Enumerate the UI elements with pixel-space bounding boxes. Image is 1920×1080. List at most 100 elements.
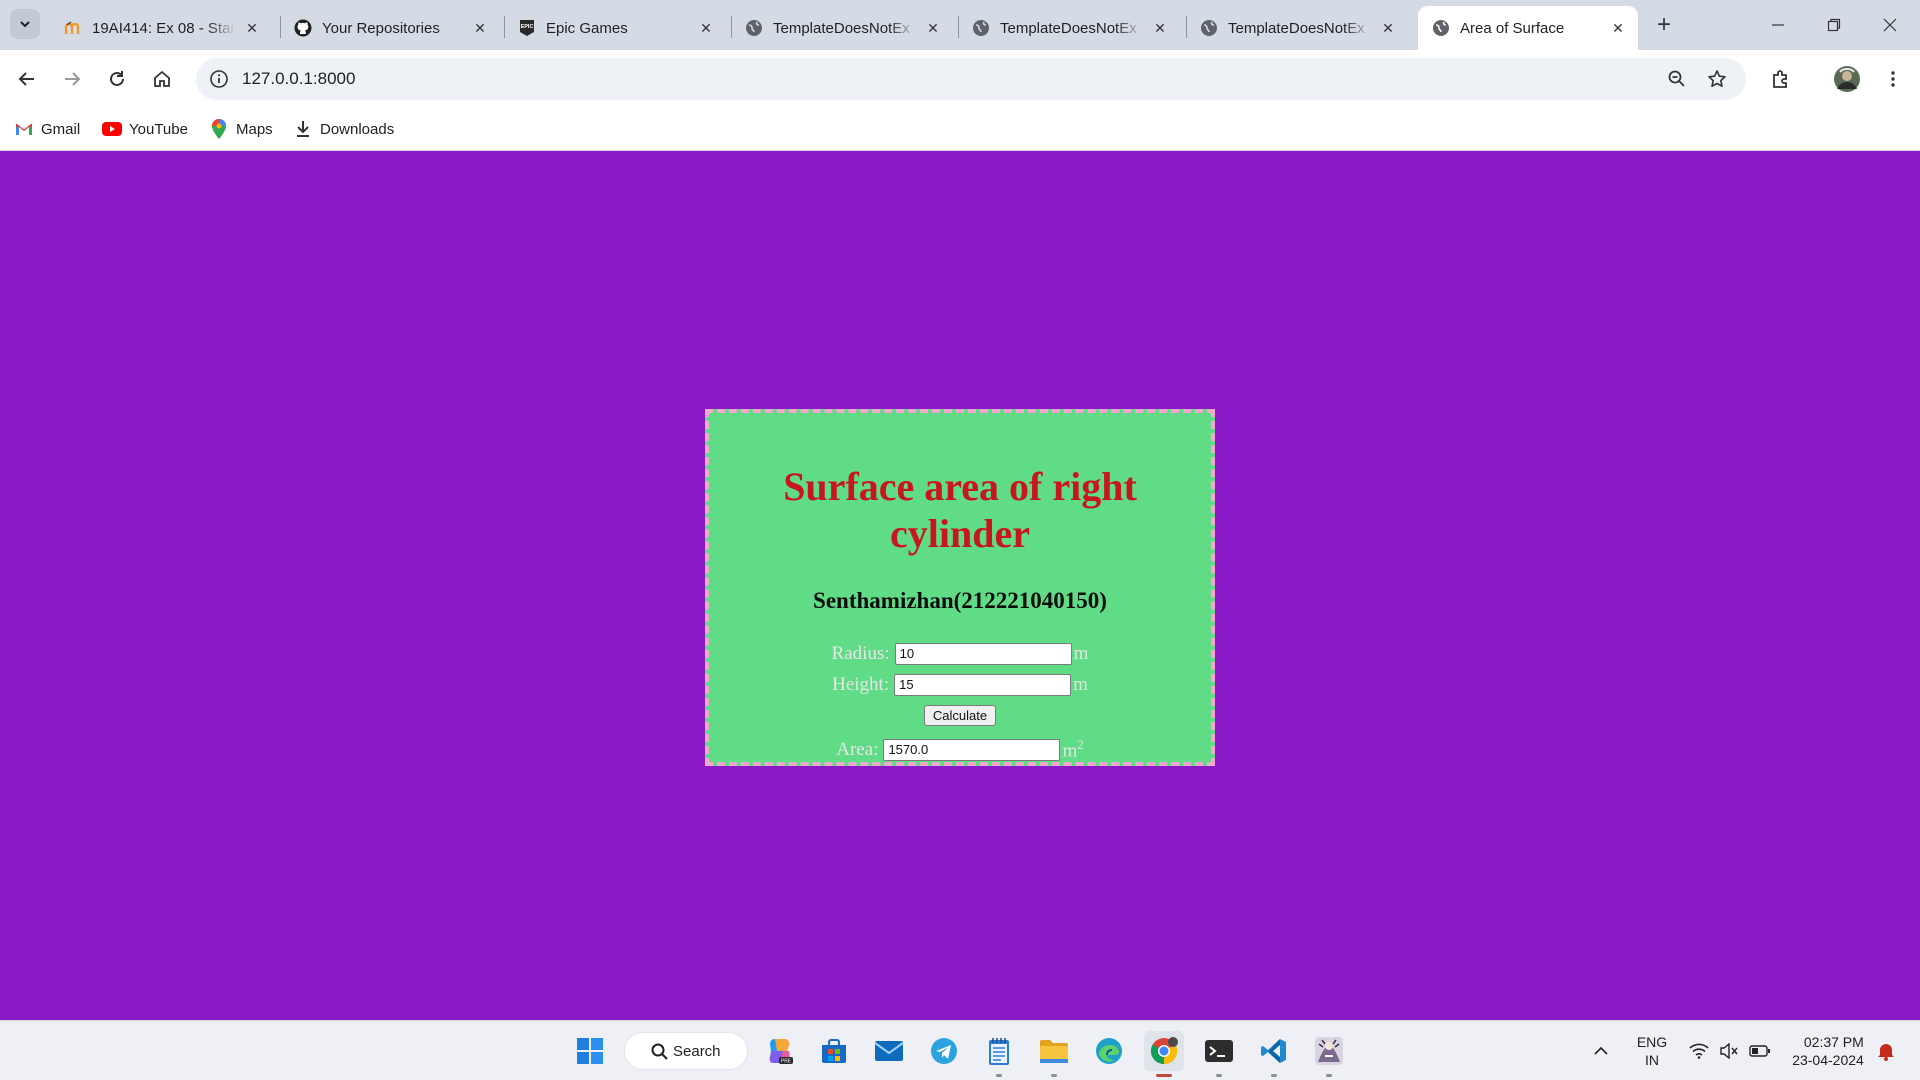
mail-icon [874, 1041, 904, 1061]
game-icon [1315, 1037, 1343, 1065]
globe-icon [972, 19, 990, 37]
wifi-icon [1689, 1043, 1709, 1059]
restore-icon [1827, 18, 1841, 32]
radius-unit: m [1073, 642, 1089, 664]
tab-template-error-1[interactable]: TemplateDoesNotEx ✕ [731, 6, 953, 50]
tab-search-button[interactable] [10, 9, 40, 39]
area-label: Area: [836, 738, 879, 760]
taskbar-mail[interactable] [869, 1031, 909, 1071]
close-icon[interactable]: ✕ [1150, 18, 1170, 38]
tab-area-of-surface[interactable]: Area of Surface ✕ [1418, 6, 1638, 50]
address-bar[interactable]: 127.0.0.1:8000 [196, 58, 1746, 100]
notepad-icon [989, 1038, 1009, 1065]
radius-row: Radius: m [709, 638, 1211, 669]
area-unit-exponent: 2 [1077, 736, 1084, 752]
minimize-button[interactable] [1750, 0, 1806, 50]
bookmark-gmail[interactable]: Gmail [14, 116, 80, 142]
chevron-down-icon [20, 21, 30, 28]
youtube-icon [102, 119, 122, 139]
back-button[interactable] [10, 62, 44, 96]
close-icon[interactable]: ✕ [923, 18, 943, 38]
tab-template-error-3[interactable]: TemplateDoesNotEx ✕ [1186, 6, 1408, 50]
restore-button[interactable] [1806, 0, 1862, 50]
avatar-icon [1834, 66, 1860, 92]
browser-toolbar: 127.0.0.1:8000 [0, 50, 1920, 108]
extensions-button[interactable] [1764, 62, 1798, 96]
bookmarks-bar: Gmail YouTube Maps Downloads [0, 108, 1920, 151]
puzzle-icon [1773, 70, 1787, 88]
show-hidden-icons[interactable] [1588, 1021, 1614, 1080]
running-indicator [1326, 1074, 1332, 1077]
taskbar-notepad[interactable] [979, 1031, 1019, 1077]
taskbar-chrome[interactable] [1144, 1031, 1184, 1077]
home-button[interactable] [145, 62, 179, 96]
calculator-card: Surface area of right cylinder Senthamiz… [705, 409, 1215, 766]
radius-input[interactable] [894, 642, 1072, 665]
svg-text:EPIC: EPIC [521, 24, 534, 30]
close-icon[interactable]: ✕ [1378, 18, 1398, 38]
area-output[interactable] [883, 738, 1061, 761]
new-tab-button[interactable]: + [1650, 11, 1678, 39]
chrome-icon [1150, 1037, 1178, 1065]
site-info-icon[interactable] [204, 64, 234, 94]
menu-button[interactable] [1876, 62, 1910, 96]
volume-muted-icon [1720, 1043, 1738, 1059]
taskbar-vscode[interactable] [1254, 1031, 1294, 1077]
close-icon[interactable]: ✕ [470, 18, 490, 38]
taskbar-telegram[interactable] [924, 1031, 964, 1071]
bookmark-maps[interactable]: Maps [209, 116, 273, 142]
tab-title: TemplateDoesNotEx [1000, 19, 1137, 37]
calculate-row: Calculate [709, 700, 1211, 731]
windows-taskbar: Search PRE ENG IN 02:37 PM 23-04-2024 [0, 1020, 1920, 1080]
file-explorer-icon [1040, 1040, 1068, 1063]
reload-button[interactable] [100, 62, 134, 96]
tab-moodle[interactable]: 19AI414: Ex 08 - Stan ✕ [50, 6, 272, 50]
height-row: Height: m [709, 669, 1211, 700]
moodle-icon [64, 19, 82, 37]
quick-settings[interactable] [1684, 1021, 1776, 1080]
start-button[interactable] [570, 1031, 610, 1071]
taskbar-search[interactable]: Search [624, 1032, 748, 1070]
taskbar-game[interactable] [1309, 1031, 1349, 1077]
language-indicator[interactable]: ENG IN [1624, 1021, 1680, 1080]
page-content: Surface area of right cylinder Senthamiz… [0, 151, 1920, 1020]
taskbar-terminal[interactable] [1199, 1031, 1239, 1077]
active-indicator [1156, 1074, 1172, 1077]
window-close-button[interactable] [1862, 0, 1918, 50]
close-icon[interactable]: ✕ [242, 18, 262, 38]
profile-avatar[interactable] [1830, 62, 1864, 96]
bookmark-downloads[interactable]: Downloads [293, 116, 394, 142]
terminal-icon [1205, 1040, 1233, 1062]
tab-title: 19AI414: Ex 08 - Stan [92, 19, 236, 37]
radius-label: Radius: [831, 642, 890, 664]
minimize-icon [1772, 24, 1784, 26]
calculate-button[interactable]: Calculate [923, 705, 997, 726]
height-input[interactable] [894, 673, 1072, 696]
notifications-button[interactable] [1874, 1021, 1898, 1080]
bookmark-youtube[interactable]: YouTube [102, 116, 188, 142]
zoom-icon[interactable] [1662, 64, 1692, 94]
bookmark-star-icon[interactable] [1702, 64, 1732, 94]
svg-text:PRE: PRE [781, 1059, 792, 1065]
tab-github[interactable]: Your Repositories ✕ [280, 6, 500, 50]
url-text[interactable]: 127.0.0.1:8000 [242, 69, 355, 89]
taskbar-copilot[interactable]: PRE [760, 1031, 800, 1071]
clock-time: 02:37 PM [1803, 1034, 1864, 1050]
close-icon[interactable]: ✕ [1608, 18, 1628, 38]
more-vertical-icon [1891, 71, 1895, 87]
tab-template-error-2[interactable]: TemplateDoesNotEx ✕ [958, 6, 1180, 50]
forward-button[interactable] [55, 62, 89, 96]
tab-epic-games[interactable]: EPIC Epic Games ✕ [504, 6, 726, 50]
taskbar-edge[interactable] [1089, 1031, 1129, 1071]
author-heading: Senthamizhan(212221040150) [813, 588, 1107, 613]
running-indicator [1051, 1074, 1057, 1077]
close-icon[interactable]: ✕ [696, 18, 716, 38]
copilot-icon: PRE [769, 1039, 793, 1065]
search-icon [651, 1043, 668, 1060]
clock[interactable]: 02:37 PM 23-04-2024 [1780, 1021, 1876, 1080]
search-label: Search [673, 1042, 721, 1060]
taskbar-store[interactable] [814, 1031, 854, 1071]
taskbar-file-explorer[interactable] [1034, 1031, 1074, 1077]
bell-icon [1878, 1044, 1894, 1061]
edge-icon [1096, 1038, 1122, 1064]
